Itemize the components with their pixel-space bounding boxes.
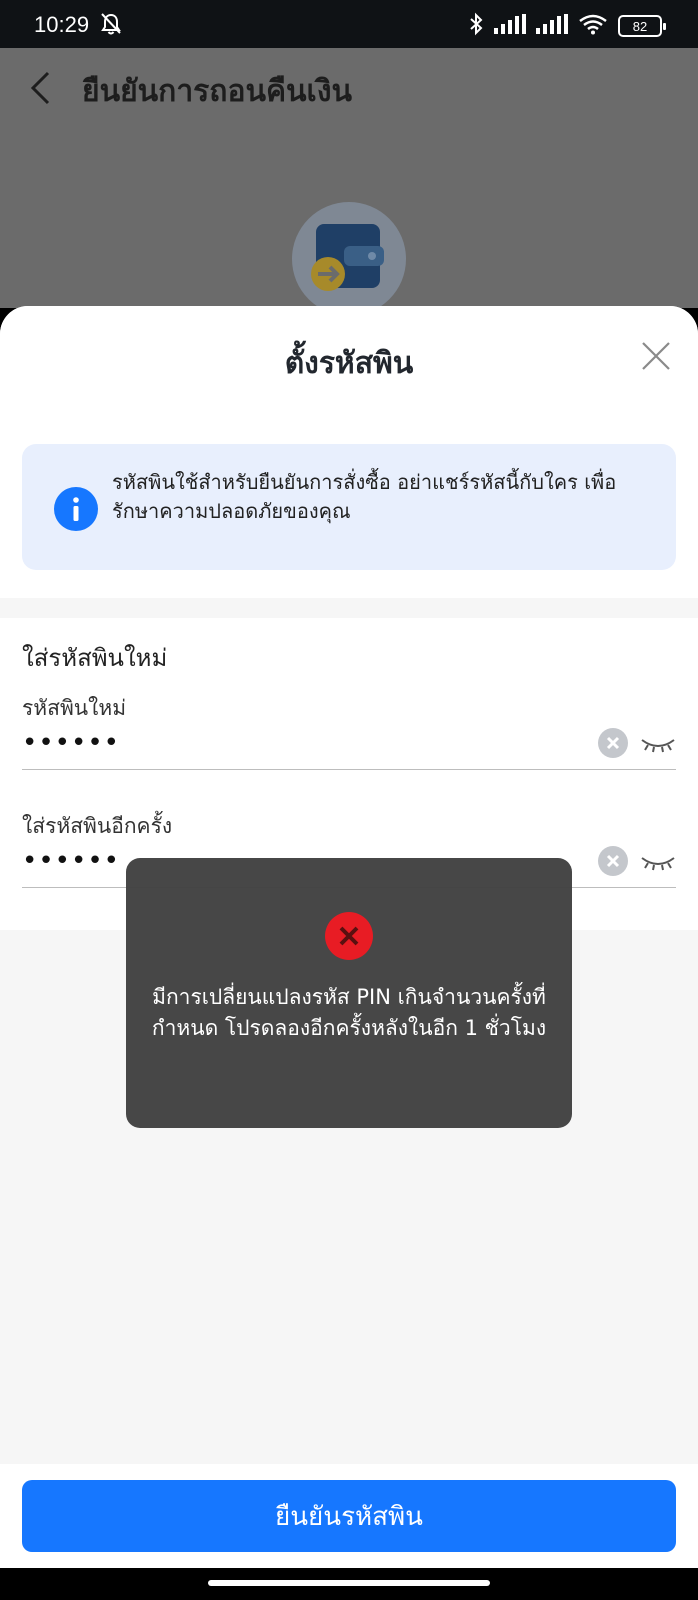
confirm-pin-value: •••••• [22, 846, 121, 876]
error-toast: มีการเปลี่ยนแปลงรหัส PIN เกินจำนวนครั้งท… [126, 858, 572, 1128]
status-icons: 82 [468, 12, 666, 40]
new-pin-field[interactable]: •••••• [22, 726, 676, 770]
eye-closed-icon[interactable] [640, 854, 676, 872]
bluetooth-icon [468, 12, 484, 40]
footer: ยืนยันรหัสพิน [0, 1464, 698, 1568]
info-text: รหัสพินใช้สำหรับยืนยันการสั่งซื้อ อย่าแช… [112, 470, 617, 523]
back-arrow-icon[interactable] [28, 70, 52, 110]
confirm-pin-label: ใส่รหัสพินอีกครั้ง [22, 814, 173, 838]
signal-icon [494, 14, 526, 38]
page-title: ยืนยันการถอนคืนเงิน [82, 74, 352, 109]
bell-muted-icon [100, 12, 122, 40]
status-bar: 10:29 82 [0, 0, 698, 48]
confirm-pin-button[interactable]: ยืนยันรหัสพิน [22, 1480, 676, 1552]
background-page: ยืนยันการถอนคืนเงิน [0, 48, 698, 316]
close-icon[interactable] [640, 340, 672, 372]
info-banner: รหัสพินใช้สำหรับยืนยันการสั่งซื้อ อย่าแช… [22, 444, 676, 570]
new-pin-value: •••••• [22, 728, 121, 758]
status-time: 10:29 [34, 12, 90, 37]
sheet-title: ตั้งรหัสพิน [284, 346, 414, 381]
new-pin-label: รหัสพินใหม่ [22, 696, 127, 720]
form-heading: ใส่รหัสพินใหม่ [22, 644, 168, 672]
wifi-icon [578, 13, 608, 39]
clear-icon[interactable] [598, 846, 628, 876]
home-indicator[interactable] [208, 1580, 490, 1586]
error-icon [325, 912, 373, 960]
info-icon [54, 487, 98, 531]
sheet-header-area: ตั้งรหัสพิน รหัสพินใช้สำหรับยืนยันการสั่… [0, 306, 698, 598]
battery-indicator: 82 [618, 15, 666, 37]
eye-closed-icon[interactable] [640, 736, 676, 754]
wallet-icon [292, 202, 406, 316]
clear-icon[interactable] [598, 728, 628, 758]
toast-message: มีการเปลี่ยนแปลงรหัส PIN เกินจำนวนครั้งท… [151, 985, 547, 1040]
navigation-bar [0, 1568, 698, 1600]
signal-icon [536, 14, 568, 38]
